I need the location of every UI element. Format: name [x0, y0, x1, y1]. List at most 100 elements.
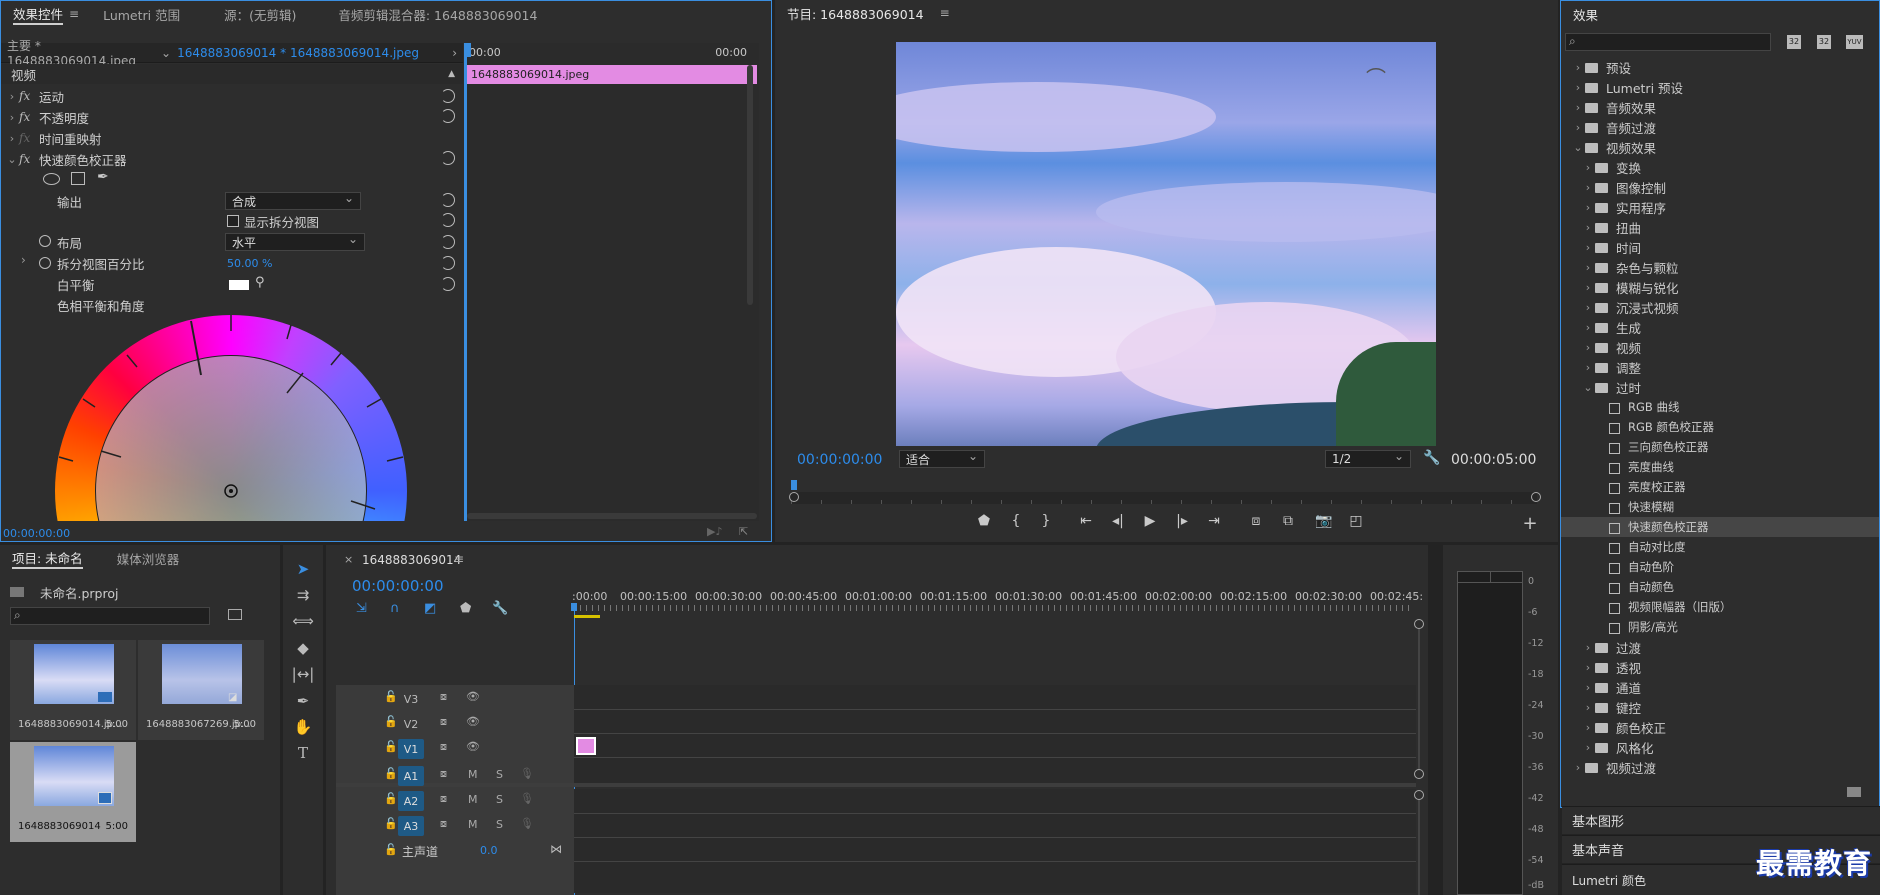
tree-time[interactable]: › 时间	[1561, 237, 1879, 257]
chevron-right-icon[interactable]: ›	[1571, 81, 1585, 94]
reset-icon[interactable]	[441, 151, 455, 165]
white-balance-swatch[interactable]	[229, 280, 249, 290]
sync-lock-icon[interactable]: ⧇	[440, 767, 447, 781]
linked-select-icon[interactable]: ◩	[424, 601, 436, 616]
tree-channel[interactable]: › 通道	[1561, 677, 1879, 697]
tree-rgb-color-corrector[interactable]: RGB 颜色校正器	[1561, 417, 1879, 437]
chevron-right-icon[interactable]: ›	[1581, 321, 1595, 334]
tree-keying[interactable]: › 键控	[1561, 697, 1879, 717]
chevron-right-icon[interactable]: ›	[5, 111, 19, 124]
lock-icon[interactable]: 🔓	[384, 767, 398, 780]
resolution-select[interactable]: 1/2	[1325, 449, 1411, 468]
panel-menu-icon[interactable]: ≡	[454, 552, 464, 566]
chevron-right-icon[interactable]: ›	[1581, 241, 1595, 254]
chevron-right-icon[interactable]: ›	[1581, 361, 1595, 374]
wrench-icon[interactable]: 🔧	[1423, 450, 1440, 466]
tree-blur-sharpen[interactable]: › 模糊与锐化	[1561, 277, 1879, 297]
timeline-settings-icon[interactable]: 🔧	[492, 601, 508, 616]
work-area-bar[interactable]	[574, 615, 600, 618]
ec-hscroll[interactable]	[467, 513, 757, 519]
nest-toggle-icon[interactable]: ⇲	[356, 601, 367, 616]
tab-audio-clip-mixer[interactable]: 音频剪辑混合器: 1648883069014	[326, 1, 549, 27]
fx-icon[interactable]: fx	[19, 152, 39, 166]
project-item-1[interactable]: 1648883069014.jp... 5:00	[10, 640, 136, 740]
tree-presets[interactable]: › 预设	[1561, 57, 1879, 77]
ellipse-mask-icon[interactable]	[43, 173, 60, 185]
audio-vscroll-top[interactable]	[1414, 790, 1424, 800]
hand-tool-icon[interactable]: ✋	[290, 716, 316, 738]
ec-timecode[interactable]: 00:00:00:00	[3, 527, 70, 540]
clip-dropdown[interactable]: ⌄ 1648883069014 * 1648883069014.jpeg	[161, 46, 419, 60]
tree-utility[interactable]: › 实用程序	[1561, 197, 1879, 217]
step-back-icon[interactable]: ◂|	[1105, 513, 1131, 529]
track-a3-label[interactable]: A3	[398, 816, 424, 836]
collapse-up-icon[interactable]: ▲	[448, 69, 455, 79]
ripple-edit-tool-icon[interactable]: ⟺	[290, 610, 316, 632]
reset-icon[interactable]	[441, 89, 455, 103]
tree-obsolete[interactable]: ⌄ 过时	[1561, 377, 1879, 397]
mic-icon[interactable]: 🎙	[520, 792, 534, 805]
effect-row-time-remap[interactable]: › fx 时间重映射	[5, 128, 102, 148]
track-a1-label[interactable]: A1	[398, 766, 424, 786]
program-playhead[interactable]	[791, 480, 797, 490]
tree-lumetri-presets[interactable]: › Lumetri 预设	[1561, 77, 1879, 97]
effect-row-motion[interactable]: › fx 运动	[5, 86, 64, 106]
chevron-right-icon[interactable]: ›	[1581, 641, 1595, 654]
color-wheel[interactable]	[51, 313, 411, 521]
reset-icon[interactable]	[441, 193, 455, 207]
mic-icon[interactable]: 🎙	[520, 817, 534, 830]
timeline-tab[interactable]: 1648883069014	[362, 553, 461, 567]
mark-in-icon[interactable]: {	[1003, 513, 1029, 529]
chevron-right-icon[interactable]: ›	[1581, 721, 1595, 734]
slip-tool-icon[interactable]: |↔|	[290, 663, 316, 685]
chevron-down-icon[interactable]: ⌄	[1581, 381, 1595, 394]
go-to-end-icon[interactable]: ⋈	[550, 842, 562, 856]
chevron-right-icon[interactable]: ›	[1581, 341, 1595, 354]
eyedropper-icon[interactable]: ⚲	[255, 275, 265, 290]
timeline-timecode[interactable]: 00:00:00:00	[352, 577, 444, 595]
lift-icon[interactable]: ⧈	[1243, 513, 1269, 529]
razor-tool-icon[interactable]: ◆	[290, 637, 316, 659]
lock-icon[interactable]: 🔓	[384, 817, 398, 830]
selection-tool-icon[interactable]: ➤	[290, 558, 316, 580]
tree-immersive[interactable]: › 沉浸式视频	[1561, 297, 1879, 317]
chevron-right-icon[interactable]: ›	[1581, 661, 1595, 674]
tree-adjust[interactable]: › 调整	[1561, 357, 1879, 377]
track-v2-label[interactable]: V2	[398, 714, 424, 734]
play-audio-icon[interactable]: ▶♪	[707, 525, 722, 538]
sync-lock-icon[interactable]: ⧇	[440, 817, 447, 831]
lock-icon[interactable]: 🔓	[384, 740, 398, 753]
sync-lock-icon[interactable]: ⧇	[440, 740, 447, 754]
tree-audio-transitions[interactable]: › 音频过渡	[1561, 117, 1879, 137]
tree-generate[interactable]: › 生成	[1561, 317, 1879, 337]
reset-icon[interactable]	[441, 109, 455, 123]
master-volume[interactable]: 0.0	[480, 844, 498, 857]
fit-select[interactable]: 适合	[899, 449, 985, 468]
tab-effect-controls[interactable]: 效果控件 ≡	[1, 1, 91, 27]
chevron-down-icon[interactable]: ⌄	[1571, 141, 1585, 154]
tab-program[interactable]: 节目: 1648883069014 ≡	[775, 0, 962, 26]
tree-video-transitions[interactable]: › 视频过渡	[1561, 757, 1879, 777]
reset-icon[interactable]	[441, 277, 455, 291]
tree-perspective[interactable]: › 透视	[1561, 657, 1879, 677]
tree-video-effects[interactable]: ⌄ 视频效果	[1561, 137, 1879, 157]
tab-essential-graphics[interactable]: 基本图形	[1562, 806, 1880, 834]
program-scrub-bar[interactable]	[791, 492, 1537, 504]
tree-rgb-curves[interactable]: RGB 曲线	[1561, 397, 1879, 417]
solo-button[interactable]: S	[496, 818, 503, 831]
chevron-right-icon[interactable]: ›	[1581, 281, 1595, 294]
chevron-right-icon[interactable]: ›	[1581, 681, 1595, 694]
mic-icon[interactable]: 🎙	[520, 767, 534, 780]
solo-button[interactable]: S	[496, 793, 503, 806]
tree-stylize[interactable]: › 风格化	[1561, 737, 1879, 757]
program-timecode[interactable]: 00:00:00:00	[797, 452, 882, 468]
tab-source[interactable]: 源：(无剪辑)	[212, 1, 308, 27]
lock-icon[interactable]: 🔓	[384, 715, 398, 728]
mark-out-icon[interactable]: }	[1033, 513, 1059, 529]
timeline-vscroll-track[interactable]	[1418, 629, 1420, 769]
fx-icon[interactable]: fx	[19, 89, 39, 103]
project-item-2[interactable]: ◪ 1648883067269.jp... 5:00	[138, 640, 264, 740]
export-icon[interactable]: ⇱	[739, 525, 748, 538]
tree-video[interactable]: › 视频	[1561, 337, 1879, 357]
tree-transition[interactable]: › 过渡	[1561, 637, 1879, 657]
